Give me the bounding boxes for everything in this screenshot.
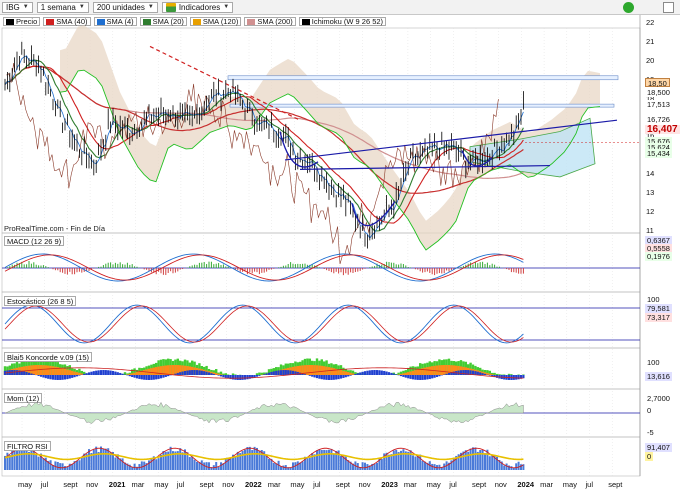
units-label: 200 unidades	[96, 2, 145, 12]
time-tick-label: jul	[449, 480, 457, 489]
ichimoku-cloud	[60, 25, 600, 250]
time-tick-label: sept	[199, 480, 214, 489]
period-label: 1 semana	[40, 2, 76, 12]
units-select[interactable]: 200 unidades ▼	[92, 1, 158, 13]
time-tick-label: 2021	[108, 480, 126, 489]
time-tick-label: may	[426, 480, 441, 489]
symbol-label: IBG	[6, 2, 20, 12]
mom-area	[4, 401, 524, 425]
time-tick-label: jul	[176, 480, 185, 489]
resistance-box	[229, 103, 615, 108]
time-tick-label: may	[562, 480, 577, 489]
price-value-box: 16,407	[645, 124, 680, 135]
stoch-d-line	[4, 305, 524, 343]
time-tick-label: nov	[358, 480, 371, 489]
indicators-label: Indicadores	[178, 2, 221, 12]
price-tick-label: 12	[646, 207, 655, 217]
blai5-value-2: 13,616	[645, 372, 672, 381]
rsi-value-2: 0	[645, 452, 654, 461]
symbol-select[interactable]: IBG ▼	[2, 1, 33, 13]
macd-value-3: 0,1976	[645, 252, 672, 261]
resistance-box	[227, 75, 619, 81]
indicators-icon	[165, 2, 176, 12]
blai5-label[interactable]: Blai5 Koncorde v.09 (15)	[4, 352, 92, 362]
time-tick-label: nov	[222, 480, 235, 489]
rsi-value-1: 91,407	[645, 443, 672, 452]
price-tick-label: 11	[646, 226, 654, 235]
time-tick-label: mar	[540, 480, 554, 489]
stoch-value-2: 79,581	[645, 304, 672, 313]
time-tick-label: jul	[313, 480, 321, 489]
price-tick-label: 14	[646, 169, 655, 179]
price-tick-label: 21	[646, 36, 655, 46]
macd-signal-line	[4, 254, 524, 281]
chart-area[interactable]	[0, 15, 680, 491]
time-tick-label: may	[154, 480, 169, 489]
time-tick-label: 2022	[245, 480, 262, 489]
time-tick-label: sept	[63, 480, 78, 489]
price-tick-label: 13	[646, 188, 655, 198]
time-tick-label: mar	[403, 480, 417, 489]
time-tick-label: nov	[494, 480, 507, 489]
time-tick-label: mar	[131, 480, 145, 489]
time-tick-label: 2023	[381, 480, 398, 489]
chevron-down-icon: ▼	[147, 4, 154, 10]
time-tick-label: sept	[335, 480, 350, 489]
mom-value-1: 2,7000	[647, 394, 670, 403]
price-value-box: 15,434	[645, 149, 672, 158]
macd-line	[4, 253, 524, 282]
time-tick-label: may	[18, 480, 33, 489]
chevron-down-icon: ▼	[78, 4, 85, 10]
time-tick-label: nov	[86, 480, 99, 489]
time-tick-label: sept	[472, 480, 487, 489]
time-tick-label: 2024	[517, 480, 535, 489]
blai5-value-1: 100	[647, 358, 660, 367]
chevron-down-icon: ▼	[223, 4, 230, 10]
toolbar: IBG ▼ 1 semana ▼ 200 unidades ▼ Indicado…	[0, 0, 680, 15]
period-select[interactable]: 1 semana ▼	[36, 1, 89, 13]
stoch-value-1: 100	[647, 295, 660, 304]
price-value-box: 16,726	[645, 115, 672, 124]
window-icon[interactable]	[663, 2, 674, 13]
macd-label[interactable]: MACD (12 26 9)	[4, 236, 65, 246]
source-label: ProRealTime.com - Fin de Día	[4, 224, 106, 233]
indicators-button[interactable]: Indicadores ▼	[161, 1, 234, 13]
price-tick-label: 20	[646, 55, 655, 65]
mom-value-2: 0	[647, 406, 652, 415]
rsi-label[interactable]: FILTRO RSI	[4, 441, 51, 451]
time-tick-label: jul	[40, 480, 49, 489]
chevron-down-icon: ▼	[22, 4, 29, 10]
time-tick-label: may	[290, 480, 305, 489]
mom-value-3: -5	[647, 428, 654, 437]
price-value-box: 18,50	[645, 78, 670, 88]
status-dot-icon[interactable]	[623, 2, 634, 13]
time-tick-label: mar	[267, 480, 281, 489]
price-value-box: 17,513	[645, 100, 672, 109]
stoch-value-3: 73,317	[645, 313, 672, 322]
price-value-box: 18,500	[645, 88, 672, 97]
time-tick-label: jul	[585, 480, 594, 489]
mom-label[interactable]: Mom (12)	[4, 393, 43, 403]
time-tick-label: sept	[608, 480, 623, 489]
price-tick-label: 22	[646, 18, 655, 27]
stoch-label[interactable]: Estocástico (26 8 5)	[4, 296, 77, 306]
